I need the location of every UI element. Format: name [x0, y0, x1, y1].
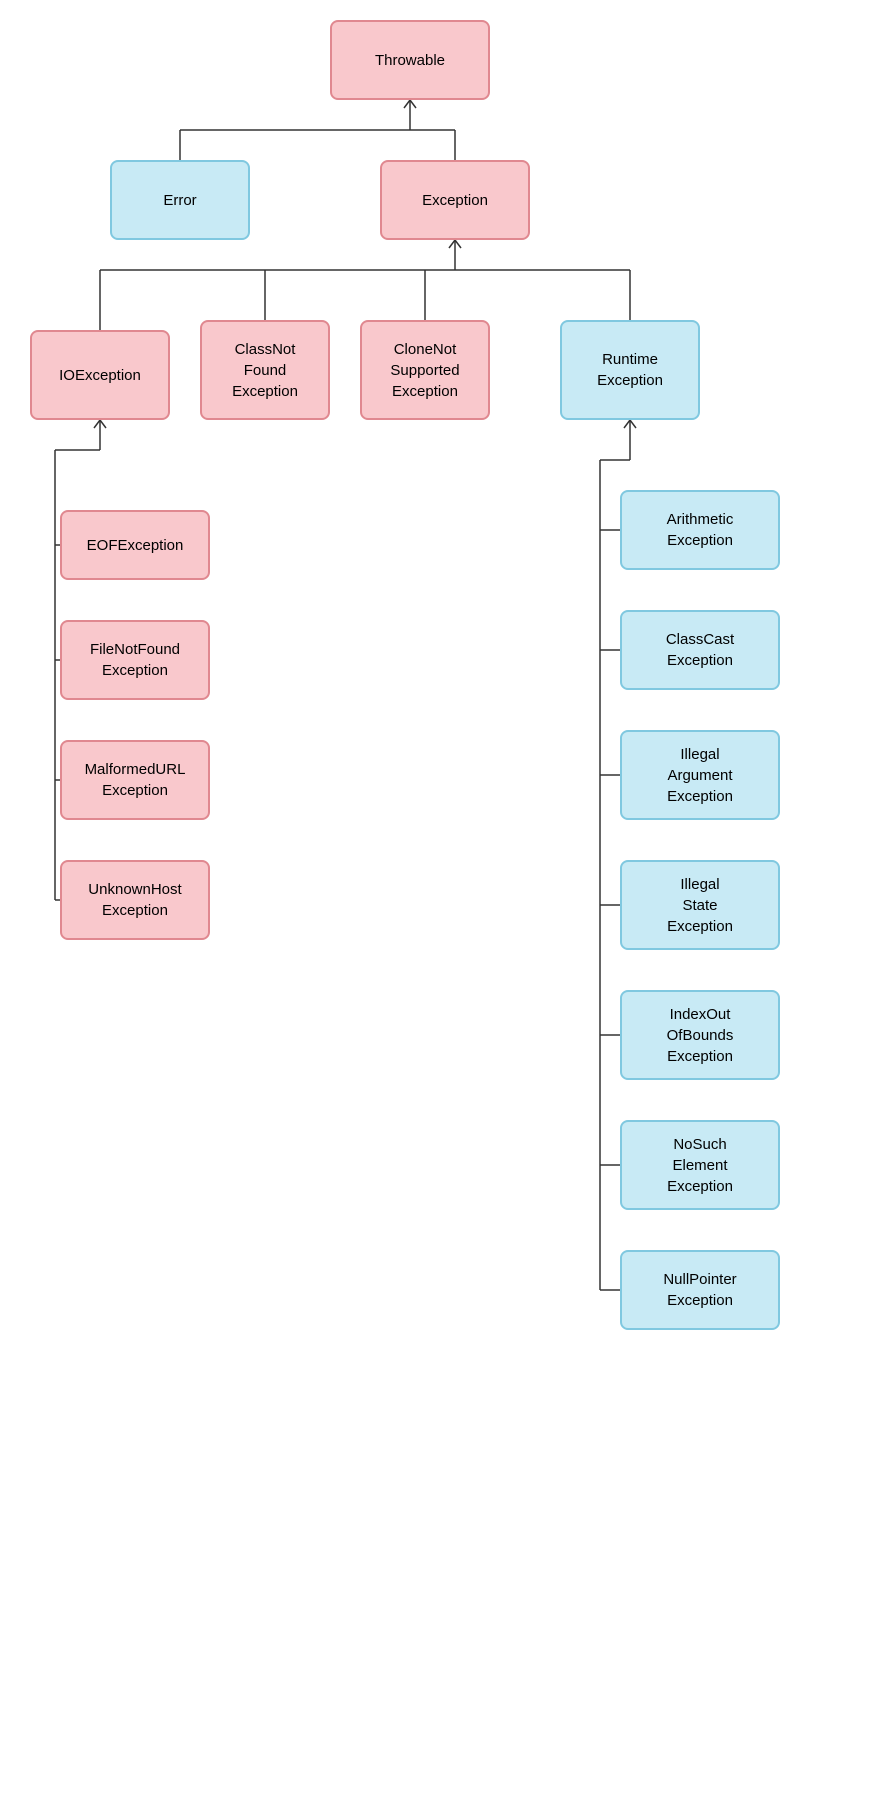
error-node: Error: [110, 160, 250, 240]
throwable-node: Throwable: [330, 20, 490, 100]
class-hierarchy-diagram: Throwable Error Exception IOException Cl…: [0, 0, 883, 1814]
eofexception-node: EOFException: [60, 510, 210, 580]
illegalargument-node: Illegal Argument Exception: [620, 730, 780, 820]
malformedurl-node: MalformedURL Exception: [60, 740, 210, 820]
ioexception-node: IOException: [30, 330, 170, 420]
classnotfound-node: ClassNot Found Exception: [200, 320, 330, 420]
runtimeexception-node: Runtime Exception: [560, 320, 700, 420]
indexoutofbounds-node: IndexOut OfBounds Exception: [620, 990, 780, 1080]
nullpointer-node: NullPointer Exception: [620, 1250, 780, 1330]
classcast-node: ClassCast Exception: [620, 610, 780, 690]
nosuchelement-node: NoSuch Element Exception: [620, 1120, 780, 1210]
exception-node: Exception: [380, 160, 530, 240]
clonenotsupported-node: CloneNot Supported Exception: [360, 320, 490, 420]
arithmetic-node: Arithmetic Exception: [620, 490, 780, 570]
illegalstate-node: Illegal State Exception: [620, 860, 780, 950]
filenotfound-node: FileNotFound Exception: [60, 620, 210, 700]
unknownhost-node: UnknownHost Exception: [60, 860, 210, 940]
